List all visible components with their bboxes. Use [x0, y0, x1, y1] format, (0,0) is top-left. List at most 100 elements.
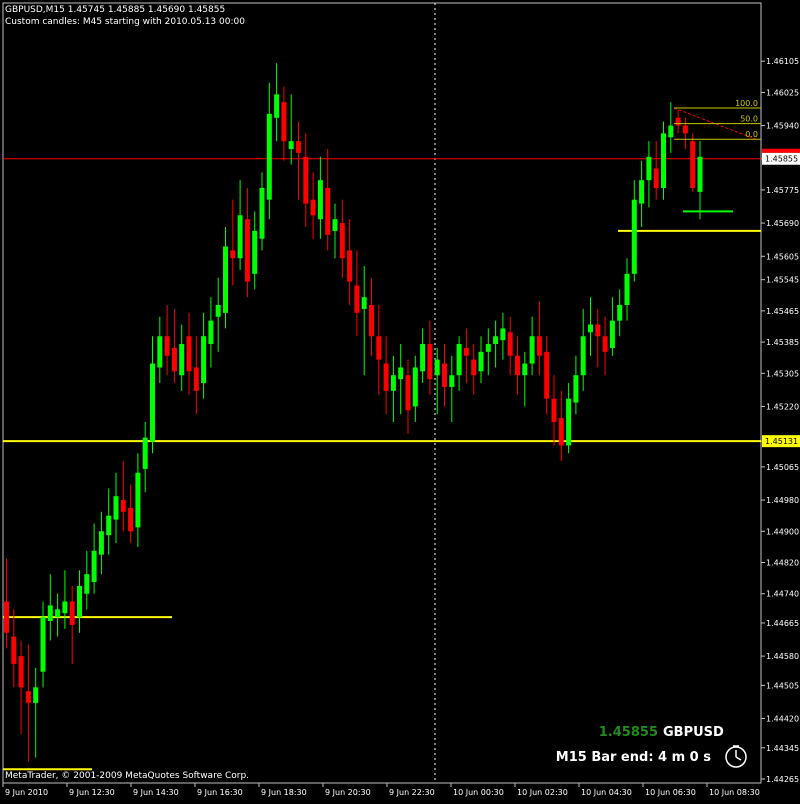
candle-body [186, 336, 192, 372]
candle-body [463, 347, 469, 356]
candle-body [325, 187, 331, 235]
candle-body [675, 117, 681, 126]
price-tick-label: 1.44265 [766, 775, 799, 784]
candle-body [515, 355, 520, 376]
fibonacci-level-label: 100.0 [735, 99, 758, 108]
candle-body [485, 344, 491, 352]
price-tick-label: 1.46105 [766, 57, 799, 66]
candle-body [150, 363, 155, 442]
price-tick-label: 1.44980 [766, 496, 799, 505]
time-tick-label: 9 Jun 12:30 [69, 788, 115, 797]
price-tick-label: 1.44505 [766, 681, 799, 690]
price-tick-label: 1.45775 [766, 186, 799, 195]
candle-body [602, 336, 608, 352]
candle-body [668, 125, 674, 138]
candle-body [697, 156, 703, 192]
price-tick-label: 1.45545 [766, 276, 799, 285]
candle-body [442, 363, 447, 387]
candle-body [580, 336, 586, 376]
candle-body [69, 601, 75, 625]
time-tick-label: 10 Jun 04:30 [581, 788, 632, 797]
price-tick-label: 1.44900 [766, 527, 799, 536]
time-tick-label: 10 Jun 00:30 [453, 788, 504, 797]
time-tick-label: 9 Jun 20:30 [325, 788, 371, 797]
candle-body [193, 367, 199, 391]
candle-body [566, 398, 572, 446]
clock-icon [725, 745, 747, 768]
candle-body [215, 305, 221, 317]
time-tick-label: 9 Jun 16:30 [197, 788, 243, 797]
candle-body [91, 550, 97, 582]
price-tick-label: 1.44345 [766, 744, 799, 753]
chart-window[interactable]: 1.46105 1.46025 1.45940 1.45855 1.45775 1.456… [0, 0, 800, 800]
candle-body [11, 636, 17, 664]
candle-body [266, 113, 272, 200]
candle-body [25, 691, 31, 703]
candle-body [500, 328, 506, 341]
time-tick-label: 9 Jun 2010 [5, 788, 48, 797]
candle-body [237, 215, 243, 259]
candle-body [383, 363, 389, 391]
price-tick-label: 1.44820 [766, 558, 799, 567]
time-tick-label: 9 Jun 14:30 [133, 788, 179, 797]
candle-body [639, 180, 645, 204]
candle-body [332, 219, 338, 231]
price-tick-label: 1.44740 [766, 590, 799, 599]
candle-body [62, 601, 68, 614]
candle-body [617, 305, 623, 321]
candle-body [544, 351, 550, 399]
candle-body [361, 297, 367, 309]
candle-body [420, 344, 426, 372]
candle-body [682, 125, 688, 134]
price-tick-label: 1.45465 [766, 307, 799, 316]
candle-body [434, 359, 440, 376]
price-tick-label: 1.45605 [766, 252, 799, 261]
level-price-label: 1.45131 [765, 437, 798, 446]
current-price-label: 1.45855 [765, 155, 798, 164]
candle-body [84, 574, 90, 594]
candle-body [609, 320, 615, 348]
candle-body [259, 187, 265, 239]
fibonacci-level-label: 50.0 [740, 115, 758, 124]
candle-body [551, 398, 557, 423]
bid-marker [762, 148, 800, 153]
price-tick-label: 1.45940 [766, 122, 799, 131]
candle-body [230, 250, 236, 259]
candle-body [507, 332, 513, 356]
fibonacci-level-label: 0.0 [745, 130, 758, 139]
candle-body [33, 687, 39, 703]
candle-body [47, 605, 53, 622]
price-tick-label: 1.45385 [766, 338, 799, 347]
time-tick-label: 9 Jun 18:30 [261, 788, 307, 797]
bar-end-countdown: M15 Bar end: 4 m 0 s [556, 750, 711, 765]
candle-body [171, 347, 177, 372]
candle-body [223, 246, 228, 313]
candle-body [77, 585, 82, 618]
time-tick-label: 10 Jun 06:30 [645, 788, 696, 797]
candle-body [390, 375, 396, 391]
price-tick-label: 1.46025 [766, 88, 799, 97]
candle-body [456, 344, 462, 376]
candle-body [244, 219, 250, 282]
candle-body [310, 199, 316, 216]
candle-body [624, 273, 630, 306]
candle-body [157, 336, 163, 368]
candle-body [55, 609, 61, 618]
price-chart[interactable]: 1.46105 1.46025 1.45940 1.45855 1.45775 1.456… [0, 0, 800, 800]
time-tick-label: 10 Jun 02:30 [517, 788, 568, 797]
candle-body [98, 531, 104, 555]
candle-body [40, 617, 46, 672]
candle-body [427, 344, 433, 380]
chart-frame [2, 2, 762, 784]
candle-body [296, 141, 301, 153]
candle-body [164, 336, 170, 356]
current-price-readout: 1.45855 [599, 725, 658, 740]
candle-body [536, 336, 542, 356]
candle-body [339, 223, 345, 259]
candle-body [113, 496, 119, 520]
candle-body [493, 336, 499, 345]
candle-body [646, 156, 652, 181]
price-tick-label: 1.45065 [766, 463, 799, 472]
candle-body [18, 656, 24, 688]
candle-body [142, 437, 148, 469]
